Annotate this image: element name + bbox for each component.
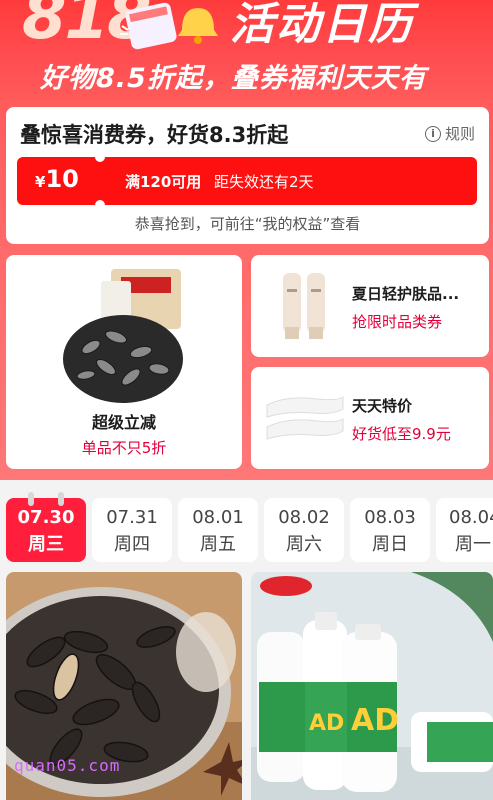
- info-icon: i: [424, 125, 441, 142]
- tile-title: 夏日轻护肤品...: [352, 285, 460, 303]
- tile-subtitle: 抢限时品类券: [352, 313, 443, 331]
- tab-date: 08.01: [192, 507, 244, 528]
- sunflower-seeds-image: [63, 269, 183, 403]
- tab-weekday: 周六: [286, 534, 322, 555]
- coupon-value: 10: [45, 165, 79, 193]
- tile-daily-deals[interactable]: 天天特价 好货低至9.9元: [251, 367, 489, 469]
- product-card-wahaha-ad[interactable]: AD AD: [251, 572, 493, 800]
- tile-super-discount[interactable]: 超级立减 单品不只5折: [6, 255, 242, 469]
- rules-label: 规则: [444, 125, 475, 143]
- tab-weekday: 周五: [200, 534, 236, 555]
- coupon-notch: [95, 152, 105, 162]
- svg-text:AD: AD: [351, 703, 399, 738]
- svg-text:AD: AD: [309, 711, 344, 736]
- tab-pin: [28, 492, 34, 506]
- coupon-condition: 满120可用: [125, 173, 202, 191]
- arm-sleeves-image: [266, 396, 344, 440]
- tile-title: 天天特价: [352, 397, 413, 415]
- coupon-amount: ¥10: [35, 165, 79, 193]
- tab-weekday: 周一: [455, 534, 491, 555]
- coupon-title: 叠惊喜消费券，好货8.3折起: [20, 123, 289, 147]
- date-tab-0801[interactable]: 08.01 周五: [178, 498, 258, 562]
- tab-weekday: 周四: [114, 534, 150, 555]
- coupon-ticket[interactable]: ¥10 满120可用 距失效还有2天: [17, 152, 477, 210]
- tab-pin: [58, 492, 64, 506]
- tab-date: 07.31: [106, 507, 158, 528]
- tile-subtitle: 单品不只5折: [81, 439, 167, 457]
- tile-title: 超级立减: [91, 413, 156, 432]
- coupon-notch: [95, 200, 105, 210]
- tab-date: 07.30: [17, 507, 75, 528]
- date-tab-0730[interactable]: 07.30 周三: [6, 492, 86, 562]
- coupon-tip: 恭喜抢到，可前往“我的权益”查看: [134, 215, 361, 233]
- skincare-tubes-image: [283, 273, 325, 339]
- tab-weekday: 周三: [28, 534, 64, 555]
- bell-icon: [120, 2, 218, 50]
- tab-date: 08.04: [449, 507, 493, 528]
- date-tab-0731[interactable]: 07.31 周四: [92, 498, 172, 562]
- tile-subtitle: 好货低至9.9元: [352, 425, 451, 443]
- date-tab-strip: 07.30 周三 07.31 周四 08.01 周五 08.02 周六 08.0…: [0, 480, 493, 568]
- tab-date: 08.03: [364, 507, 416, 528]
- banner-subtitle: 好物8.5折起，叠券福利天天有: [40, 63, 427, 94]
- coupon-expiry: 距失效还有2天: [214, 173, 314, 191]
- currency-symbol: ¥: [35, 173, 46, 191]
- rules-link[interactable]: i 规则: [424, 123, 475, 144]
- tile-summer-skincare[interactable]: 夏日轻护肤品... 抢限时品类券: [251, 255, 489, 357]
- date-tab-0802[interactable]: 08.02 周六: [264, 498, 344, 562]
- activity-banner: 818 活动日历 好物8.5折起，叠券福利天天有: [0, 0, 493, 100]
- tab-weekday: 周日: [372, 534, 408, 555]
- watermark-text: quan05.com: [14, 756, 121, 775]
- tab-date: 08.02: [278, 507, 330, 528]
- coupon-card: 叠惊喜消费券，好货8.3折起 i 规则 ¥10 满120可用 距失效还有2天 恭…: [6, 107, 489, 244]
- wahaha-ad-milk-photo: AD AD: [251, 572, 493, 800]
- date-tab-0803[interactable]: 08.03 周日: [350, 498, 430, 562]
- date-tab-0804[interactable]: 08.04 周一: [436, 498, 493, 562]
- banner-title: 活动日历: [230, 0, 414, 50]
